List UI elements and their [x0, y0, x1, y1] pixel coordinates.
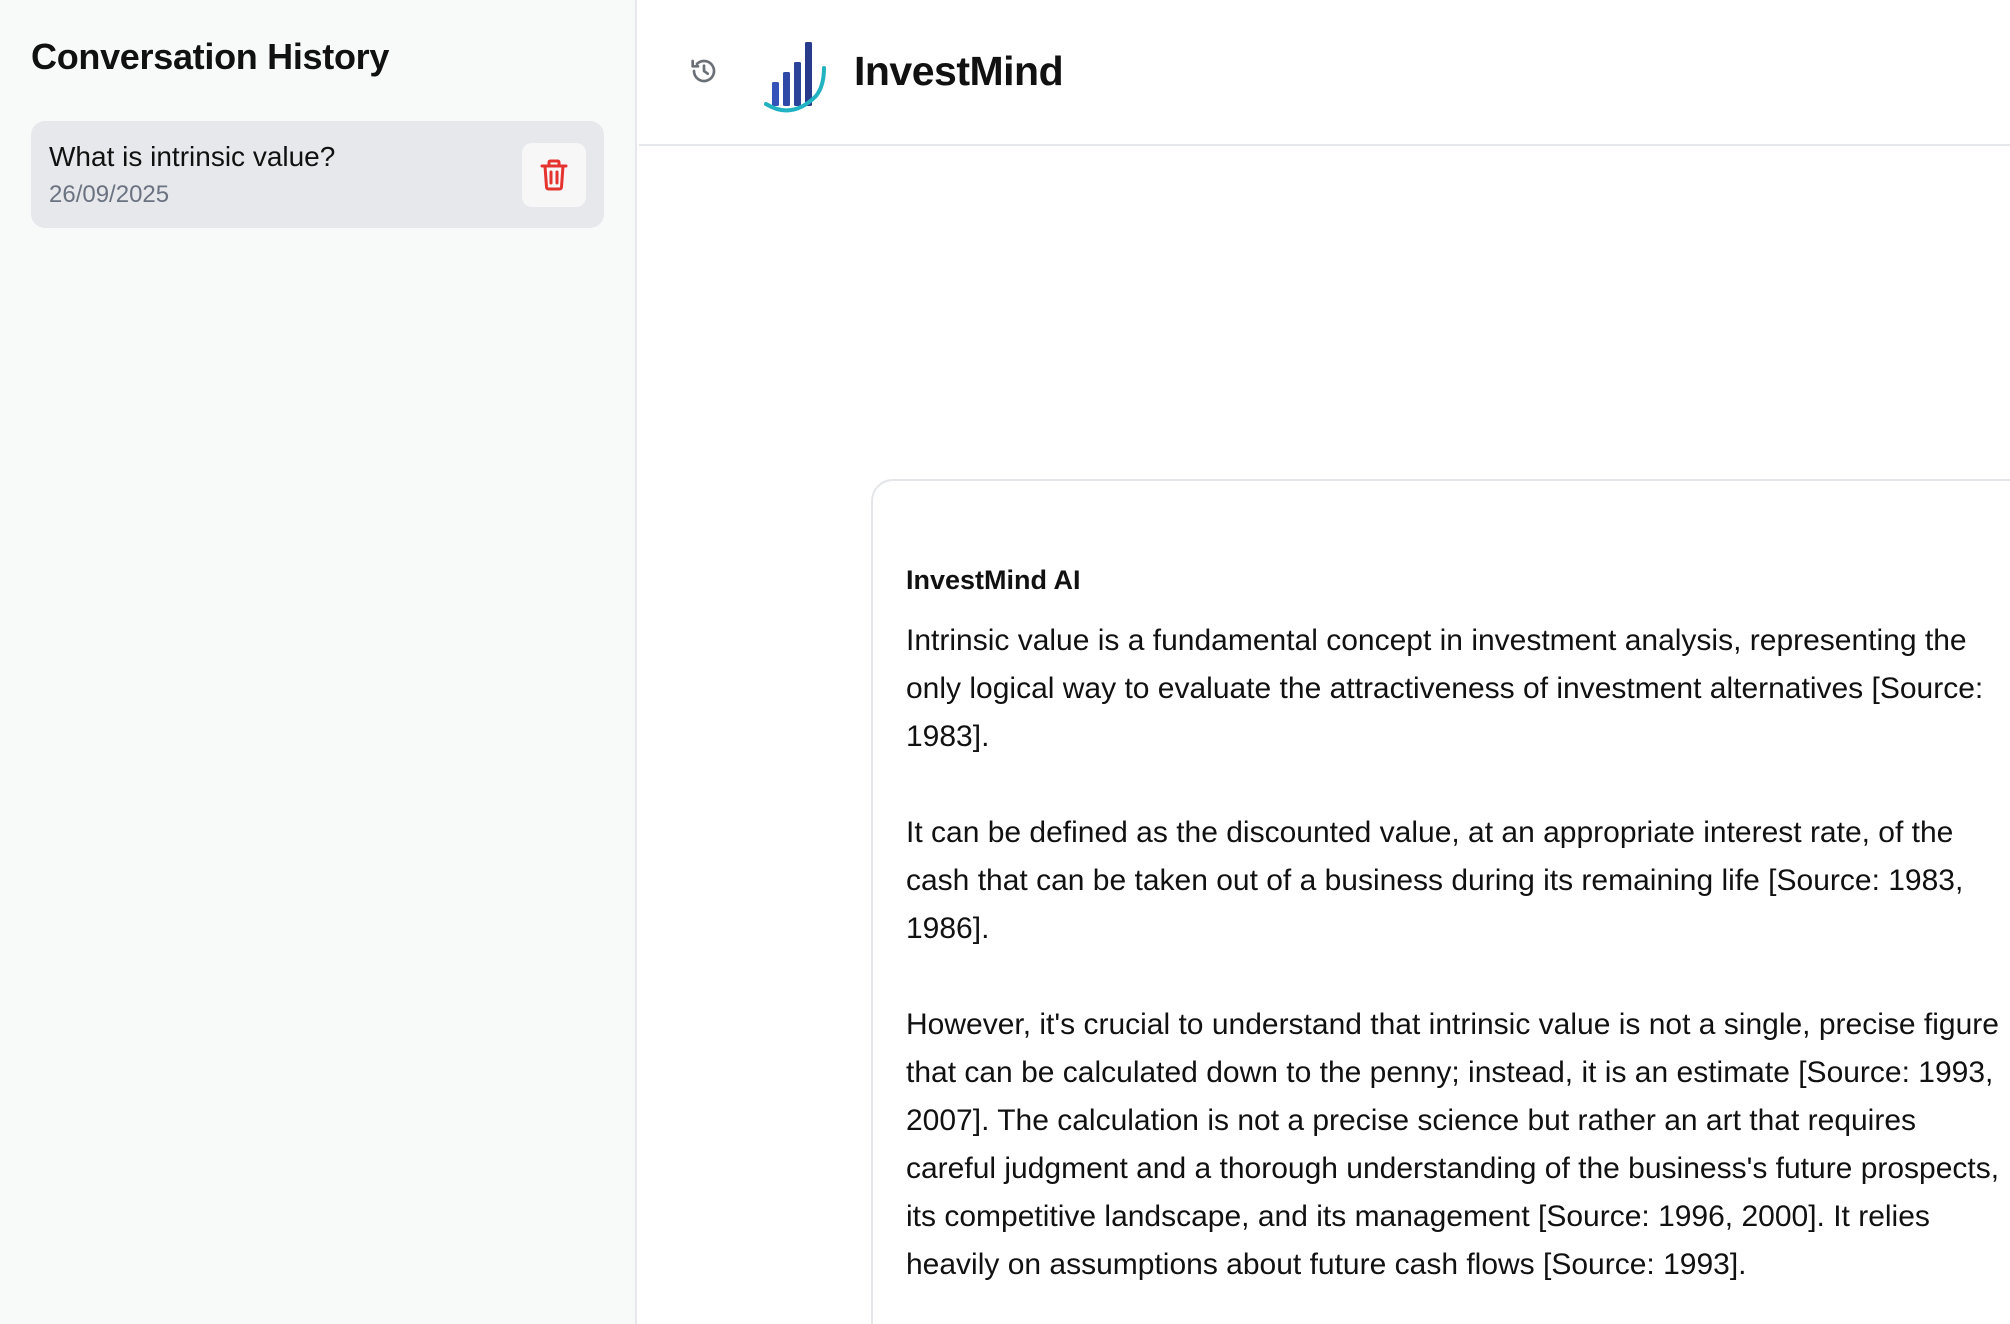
delete-conversation-button[interactable]	[522, 143, 586, 207]
chat-messages: InvestMind AI Intrinsic value is a funda…	[639, 148, 2010, 1324]
conversation-list-item[interactable]: What is intrinsic value? 26/09/2025	[31, 121, 604, 228]
app-window: Conversation History What is intrinsic v…	[0, 0, 2010, 1324]
main-panel: InvestMind InvestMind AI Intrinsic value…	[639, 0, 2010, 1324]
message-paragraph: It can be defined as the discounted valu…	[906, 816, 1964, 945]
conversation-title: What is intrinsic value?	[49, 141, 336, 172]
message-paragraph: Intrinsic value is a fundamental concept…	[906, 624, 1984, 753]
message-body: Intrinsic value is a fundamental concept…	[906, 617, 2006, 1324]
app-title: InvestMind	[854, 48, 1064, 94]
conversation-sidebar: Conversation History What is intrinsic v…	[0, 0, 637, 1324]
history-toggle-button[interactable]	[685, 52, 723, 90]
sidebar-title: Conversation History	[31, 36, 390, 77]
bar-chart-logo-icon	[764, 42, 826, 113]
message-paragraph: However, it's crucial to understand that…	[906, 1008, 2000, 1281]
assistant-message: InvestMind AI Intrinsic value is a funda…	[871, 479, 2010, 1324]
conversation-date: 26/09/2025	[49, 181, 170, 208]
history-icon	[691, 59, 716, 83]
trash-icon	[540, 159, 568, 191]
message-sender: InvestMind AI	[906, 565, 1081, 595]
app-header: InvestMind	[639, 0, 2010, 146]
